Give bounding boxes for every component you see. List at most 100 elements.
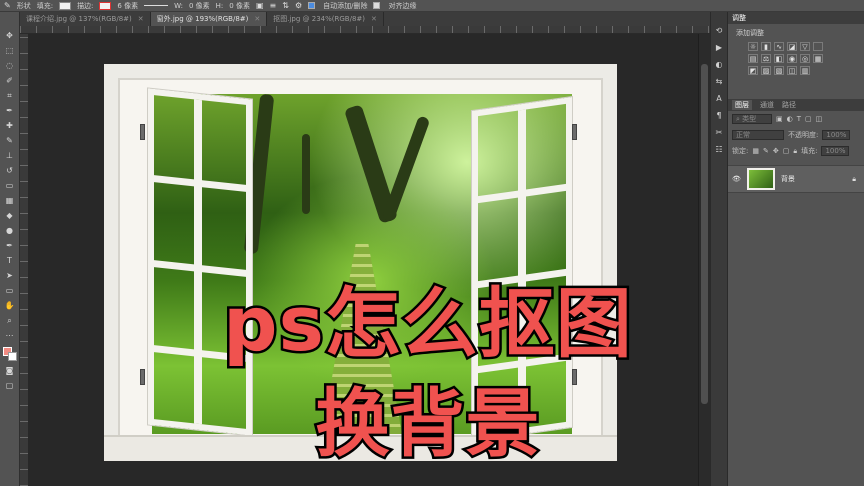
fill-swatch[interactable]	[59, 1, 72, 10]
healing-brush-icon[interactable]: ✚	[4, 120, 16, 131]
close-icon[interactable]: ✕	[254, 15, 260, 23]
tab-course-intro[interactable]: 课程介绍.jpg @ 137%(RGB/8#) ✕	[20, 12, 151, 26]
layer-name[interactable]: 背景	[781, 174, 795, 184]
fill-field[interactable]: 100%	[821, 146, 850, 156]
path-arrangement-icon[interactable]: ⇅	[282, 1, 289, 10]
window-hinge	[572, 124, 577, 140]
spacer-icon	[813, 42, 823, 51]
opacity-field[interactable]: 100%	[822, 130, 851, 140]
h-field[interactable]: 0 像素	[229, 1, 250, 11]
lasso-tool-icon[interactable]: ◌	[4, 60, 16, 71]
gradient-map-icon[interactable]: ▥	[800, 66, 810, 75]
filter-smart-icon[interactable]: ◫	[816, 115, 823, 123]
fill-label: 填充:	[801, 147, 818, 155]
layer-filter-select[interactable]: ⌕ 类型	[732, 114, 772, 124]
stroke-swatch[interactable]	[99, 1, 112, 10]
gear-icon[interactable]: ⚙	[295, 1, 302, 10]
tree-trunk	[302, 134, 310, 214]
paragraph-icon[interactable]: ¶	[713, 111, 725, 120]
photo-filter-icon[interactable]: ◉	[787, 54, 797, 63]
tab-channels[interactable]: 通道	[760, 100, 774, 110]
actions-icon[interactable]: ▶	[713, 43, 725, 52]
exposure-icon[interactable]: ◪	[787, 42, 797, 51]
vibrance-icon[interactable]: ▽	[800, 42, 810, 51]
lock-move-icon[interactable]: ✥	[773, 147, 779, 155]
window-mullion	[194, 99, 202, 425]
history-brush-icon[interactable]: ↺	[4, 165, 16, 176]
panel-dock: ⟲ ▶ ◐ ⇆ A ¶ ✂ ☷	[710, 12, 728, 486]
blend-mode-select[interactable]: 正常	[732, 130, 784, 140]
color-icon[interactable]: ◐	[713, 60, 725, 69]
layer-thumbnail	[746, 168, 775, 190]
window-hinge	[140, 124, 145, 140]
brush-tool-icon[interactable]: ✎	[4, 135, 16, 146]
path-select-icon[interactable]: ➤	[4, 270, 16, 281]
channel-mixer-icon[interactable]: ◎	[800, 54, 810, 63]
dodge-tool-icon[interactable]: ●	[4, 225, 16, 236]
character-icon[interactable]: A	[713, 94, 725, 103]
tab-layers[interactable]: 图层	[732, 100, 752, 110]
layers-tabs: 图层 通道 路径	[728, 99, 864, 111]
path-operations-icon[interactable]: ▣	[256, 1, 264, 10]
eyedropper-tool-icon[interactable]: ✒	[4, 105, 16, 116]
options-bar: ✎ 形状 填充: 描边: 6 像素 W: 0 像素 H: 0 像素 ▣ ≡ ⇅ …	[0, 0, 864, 12]
curves-icon[interactable]: ∿	[774, 42, 784, 51]
stroke-type-select[interactable]	[144, 5, 169, 6]
search-icon: ⌕	[736, 115, 740, 123]
filter-shape-icon[interactable]: ▢	[805, 115, 812, 123]
brightness-contrast-icon[interactable]: ☼	[748, 42, 758, 51]
filter-type-icon[interactable]: T	[797, 115, 801, 123]
layer-background[interactable]: 👁︎ 背景 🔒︎	[728, 165, 864, 193]
levels-icon[interactable]: ▮	[761, 42, 771, 51]
adjustments-header: 调整	[728, 12, 864, 24]
invert-icon[interactable]: ◩	[748, 66, 758, 75]
pen-tool-icon[interactable]: ✎	[4, 1, 11, 10]
lock-paint-icon[interactable]: ✎	[763, 147, 769, 155]
eraser-tool-icon[interactable]: ▭	[4, 180, 16, 191]
quick-select-tool-icon[interactable]: ✐	[4, 75, 16, 86]
quick-mask-icon[interactable]: ◙	[4, 365, 16, 376]
align-edges-checkbox[interactable]	[373, 2, 381, 9]
tab-paths[interactable]: 路径	[782, 100, 796, 110]
lock-label: 锁定:	[732, 147, 749, 155]
path-alignment-icon[interactable]: ≡	[270, 1, 277, 10]
type-tool-icon[interactable]: T	[4, 255, 16, 266]
tab-window[interactable]: 窗外.jpg @ 193%(RGB/8#) ✕	[150, 12, 268, 26]
properties-icon[interactable]: ⇆	[713, 77, 725, 86]
w-field[interactable]: 0 像素	[189, 1, 210, 11]
stroke-width-field[interactable]: 6 像素	[117, 1, 138, 11]
marquee-tool-icon[interactable]: ⬚	[4, 45, 16, 56]
add-adjustment-label: 添加调整	[736, 29, 764, 37]
posterize-icon[interactable]: ▨	[761, 66, 771, 75]
shape-mode-select[interactable]: 形状	[17, 1, 31, 11]
lock-transparent-icon[interactable]: ▦	[752, 147, 759, 155]
close-icon[interactable]: ✕	[138, 15, 144, 23]
tree-trunk	[381, 115, 431, 223]
hue-saturation-icon[interactable]: ▤	[748, 54, 758, 63]
color-balance-icon[interactable]: ⚖	[761, 54, 771, 63]
tab-adjustments[interactable]: 调整	[732, 13, 746, 23]
clone-stamp-icon[interactable]: ⊥	[4, 150, 16, 161]
brush-settings-icon[interactable]: ☷	[713, 145, 725, 154]
gradient-tool-icon[interactable]: ▦	[4, 195, 16, 206]
pen-tool-icon[interactable]: ✒	[4, 240, 16, 251]
selective-color-icon[interactable]: ◫	[787, 66, 797, 75]
tool-presets-icon[interactable]: ✂	[713, 128, 725, 137]
filter-type-label: 类型	[742, 115, 757, 123]
crop-tool-icon[interactable]: ⌗	[4, 90, 16, 101]
close-icon[interactable]: ✕	[371, 15, 377, 23]
color-lookup-icon[interactable]: ▦	[813, 54, 823, 63]
lock-artboard-icon[interactable]: ▢	[783, 147, 790, 155]
filter-adjust-icon[interactable]: ◐	[787, 115, 793, 123]
blur-tool-icon[interactable]: ◆	[4, 210, 16, 221]
threshold-icon[interactable]: ▧	[774, 66, 784, 75]
black-white-icon[interactable]: ◧	[774, 54, 784, 63]
auto-add-checkbox[interactable]	[308, 2, 316, 9]
history-icon[interactable]: ⟲	[713, 26, 725, 35]
filter-pixel-icon[interactable]: ▣	[776, 115, 783, 123]
tab-cutout[interactable]: 抠图.jpg @ 234%(RGB/8#) ✕	[267, 12, 384, 26]
layer-filter-row: ⌕ 类型 ▣ ◐ T ▢ ◫	[728, 111, 864, 127]
eye-icon[interactable]: 👁︎	[732, 175, 741, 183]
move-tool-icon[interactable]: ✥	[4, 30, 16, 41]
lock-all-icon[interactable]: 🔒︎	[793, 147, 797, 156]
